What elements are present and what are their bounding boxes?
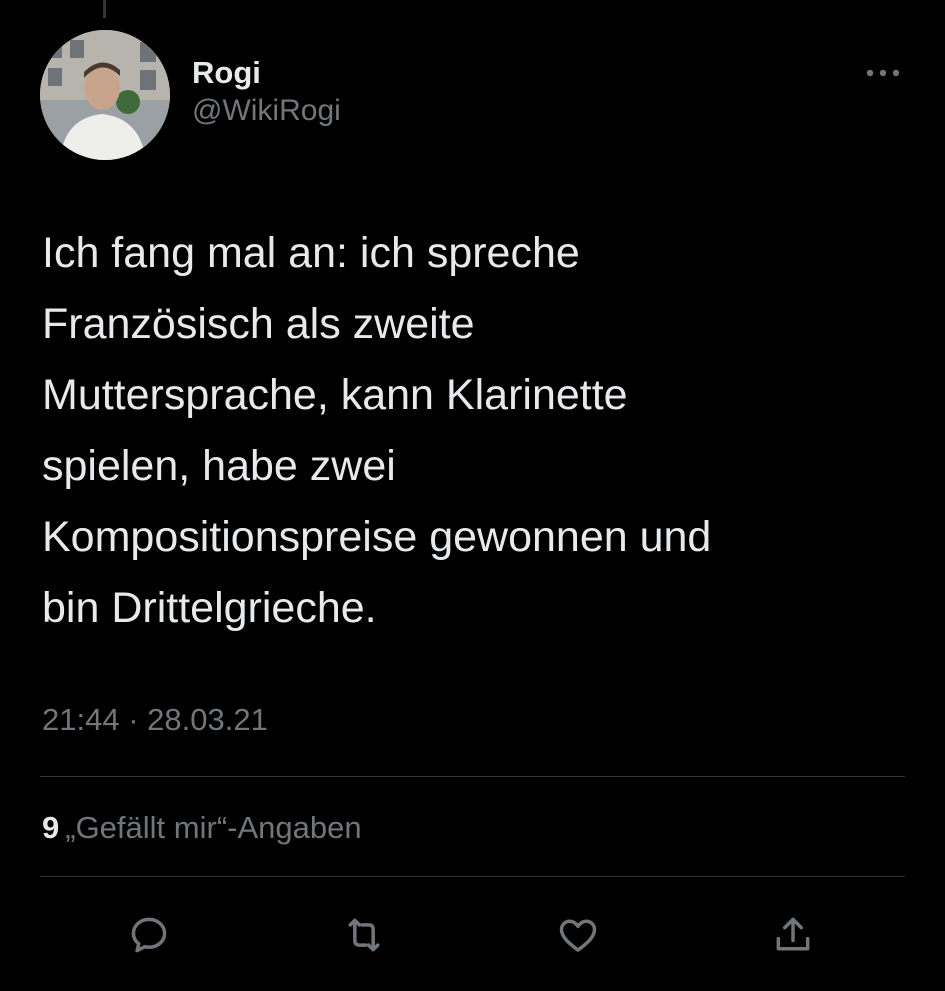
tweet-date[interactable]: 28.03.21 (147, 702, 268, 737)
speech-bubble-icon (131, 917, 167, 953)
tweet-time[interactable]: 21:44 (42, 702, 120, 737)
divider (40, 876, 905, 877)
author-block: Rogi @WikiRogi (192, 54, 341, 130)
likes-count: 9 (42, 810, 60, 845)
likes-label: „Gefällt mir“-Angaben (65, 810, 362, 845)
retweet-arrows-icon (348, 918, 380, 952)
like-button[interactable] (548, 905, 608, 965)
avatar-photo (40, 30, 170, 160)
reply-button[interactable] (119, 905, 179, 965)
tweet-action-bar (0, 905, 945, 965)
divider (40, 776, 905, 777)
timestamp-separator: · (128, 702, 139, 737)
tweet-timestamp: 21:44 · 28.03.21 (42, 702, 268, 738)
more-options-button[interactable] (861, 58, 905, 88)
author-display-name[interactable]: Rogi (192, 54, 341, 92)
thread-connector-line (103, 0, 106, 18)
retweet-button[interactable] (334, 905, 394, 965)
share-upload-icon (776, 917, 810, 951)
avatar[interactable] (40, 30, 170, 160)
tweet-text: Ich fang mal an: ich spreche Französisch… (42, 229, 712, 632)
share-button[interactable] (763, 905, 823, 965)
author-handle[interactable]: @WikiRogi (192, 92, 341, 130)
more-dots-icon (866, 69, 900, 77)
likes-summary[interactable]: 9 „Gefällt mir“-Angaben (42, 810, 362, 846)
heart-icon (559, 919, 597, 952)
